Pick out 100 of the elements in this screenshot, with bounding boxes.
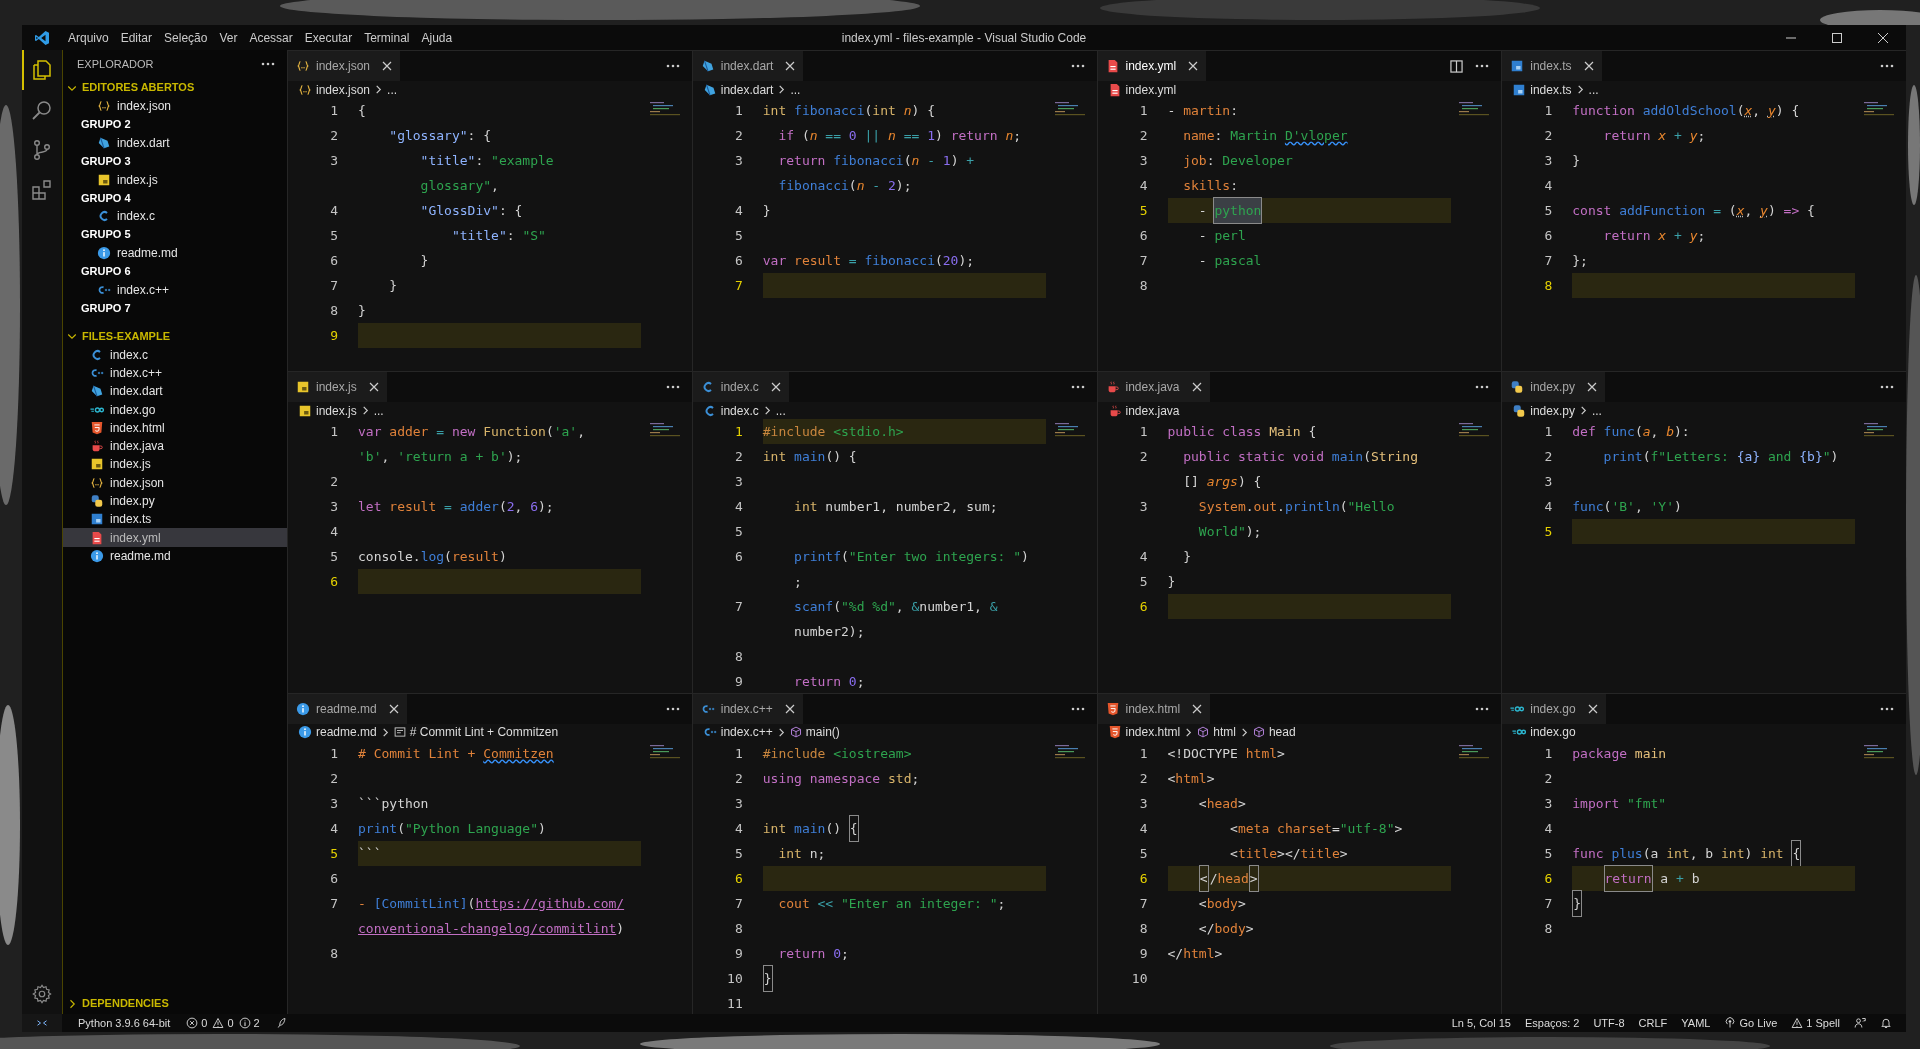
file-item[interactable]: readme.md — [63, 546, 287, 566]
breadcrumb[interactable]: index.json — [316, 80, 371, 99]
editor-tab[interactable]: index.ts — [1502, 51, 1602, 81]
menu-item[interactable]: Seleção — [158, 28, 214, 47]
breadcrumb[interactable]: ... — [387, 80, 398, 99]
close-icon[interactable] — [784, 703, 795, 714]
status-item[interactable]: Ln 5, Col 15 — [1451, 1014, 1511, 1032]
open-editor-item[interactable]: index.c — [63, 207, 287, 226]
more-icon[interactable] — [1475, 64, 1490, 68]
file-item[interactable]: index.java — [63, 437, 287, 456]
close-icon[interactable] — [1191, 382, 1202, 393]
files-icon[interactable] — [30, 58, 54, 82]
open-editor-item[interactable]: readme.md — [63, 243, 287, 263]
file-item[interactable]: index.c++ — [63, 363, 287, 383]
open-editor-item[interactable]: index.dart — [63, 133, 287, 153]
status-item[interactable]: YAML — [1681, 1014, 1711, 1032]
open-editor-item[interactable]: index.c++ — [63, 280, 287, 299]
editor-tab[interactable]: index.py — [1502, 372, 1605, 403]
breadcrumb[interactable]: index.dart — [720, 80, 774, 99]
menu-item[interactable]: Ajuda — [415, 28, 459, 47]
breadcrumb[interactable]: readme.md — [316, 723, 377, 742]
search-icon[interactable] — [30, 98, 54, 122]
breadcrumb[interactable]: html — [1213, 723, 1236, 742]
problems-status[interactable]: 0 0 2 — [186, 1014, 260, 1032]
breadcrumb[interactable]: index.c — [720, 401, 759, 420]
more-icon[interactable] — [1475, 706, 1490, 711]
spell-status[interactable]: 1 Spell — [1791, 1014, 1840, 1032]
breadcrumb[interactable]: ... — [775, 401, 786, 420]
close-icon[interactable] — [785, 61, 796, 71]
breadcrumb[interactable]: index.js — [316, 401, 357, 420]
status-item[interactable]: Python 3.9.6 64-bit — [78, 1014, 171, 1032]
file-item[interactable]: index.c — [63, 345, 287, 364]
more-icon[interactable] — [1880, 706, 1894, 711]
editor-tab[interactable]: index.c++ — [692, 693, 803, 724]
breadcrumb[interactable]: ... — [1588, 80, 1599, 99]
more-icon[interactable] — [665, 64, 680, 68]
status-item[interactable]: UTF-8 — [1593, 1014, 1625, 1032]
breadcrumb[interactable]: index.java — [1125, 401, 1180, 420]
close-icon[interactable] — [1878, 32, 1888, 43]
breadcrumb[interactable]: index.go — [1530, 723, 1576, 742]
editor-tab[interactable]: index.yml — [1097, 51, 1207, 81]
more-icon[interactable] — [1475, 385, 1490, 390]
section-header[interactable]: FILES-EXAMPLE — [63, 326, 287, 346]
menu-item[interactable]: Ver — [213, 28, 244, 47]
more-icon[interactable] — [1070, 385, 1085, 390]
more-icon[interactable] — [1070, 64, 1085, 68]
close-icon[interactable] — [1587, 703, 1598, 714]
more-icon[interactable] — [665, 385, 680, 390]
maximize-icon[interactable] — [1832, 32, 1842, 43]
section-header[interactable]: DEPENDENCIES — [63, 994, 287, 1013]
breadcrumb[interactable]: index.html — [1125, 723, 1181, 742]
close-icon[interactable] — [1188, 61, 1199, 71]
settings-icon[interactable] — [31, 983, 53, 1005]
breadcrumb[interactable]: ... — [790, 80, 801, 99]
editor-tab[interactable]: index.html — [1097, 693, 1211, 724]
file-item[interactable]: index.json — [63, 473, 287, 492]
breadcrumb[interactable]: index.py — [1530, 401, 1575, 420]
editor-tab[interactable]: index.json — [288, 51, 401, 81]
file-item[interactable]: index.js — [63, 455, 287, 474]
editor-tab[interactable]: index.java — [1097, 372, 1210, 403]
open-editor-item[interactable]: index.js — [63, 170, 287, 189]
close-icon[interactable] — [382, 61, 393, 71]
close-icon[interactable] — [1586, 382, 1597, 393]
editor-tab[interactable]: index.c — [692, 372, 789, 403]
editor-tab[interactable]: index.js — [288, 372, 387, 403]
editor-tab[interactable]: readme.md — [288, 693, 407, 724]
split-editor-icon[interactable] — [1450, 59, 1464, 73]
more-icon[interactable] — [261, 62, 275, 66]
editor-tab[interactable]: index.dart — [692, 51, 804, 81]
section-header[interactable]: EDITORES ABERTOS — [63, 78, 287, 97]
menu-item[interactable]: Executar — [298, 28, 359, 47]
breadcrumb[interactable]: # Commit Lint + Commitzen — [409, 723, 559, 742]
go-live-button[interactable]: Go Live — [1724, 1014, 1778, 1032]
close-icon[interactable] — [368, 382, 379, 393]
breadcrumb[interactable]: index.ts — [1530, 80, 1572, 99]
close-icon[interactable] — [388, 703, 399, 714]
open-editor-item[interactable]: index.json — [63, 97, 287, 116]
editor-tab[interactable]: index.go — [1502, 693, 1606, 724]
menu-item[interactable]: Acessar — [243, 28, 299, 47]
status-item[interactable]: CRLF — [1638, 1014, 1668, 1032]
more-icon[interactable] — [1880, 64, 1894, 68]
menu-item[interactable]: Arquivo — [62, 28, 115, 47]
file-item[interactable]: index.ts — [63, 510, 287, 529]
file-item[interactable]: index.go — [63, 400, 287, 419]
menu-item[interactable]: Editar — [114, 28, 159, 47]
file-item[interactable]: index.yml — [63, 528, 287, 547]
more-icon[interactable] — [665, 706, 680, 711]
file-item[interactable]: index.py — [63, 491, 287, 511]
breadcrumb[interactable]: ... — [373, 401, 384, 420]
close-icon[interactable] — [1192, 703, 1203, 714]
file-item[interactable]: index.html — [63, 418, 287, 437]
status-item[interactable]: Espaços: 2 — [1524, 1014, 1580, 1032]
breadcrumb[interactable]: index.c++ — [720, 723, 773, 742]
close-icon[interactable] — [1583, 61, 1594, 71]
breadcrumb[interactable]: index.yml — [1125, 80, 1177, 99]
breadcrumb[interactable]: head — [1268, 723, 1296, 742]
more-icon[interactable] — [1880, 385, 1894, 390]
breadcrumb[interactable]: main() — [805, 723, 840, 742]
more-icon[interactable] — [1070, 706, 1085, 711]
breadcrumb[interactable]: ... — [1591, 401, 1602, 420]
